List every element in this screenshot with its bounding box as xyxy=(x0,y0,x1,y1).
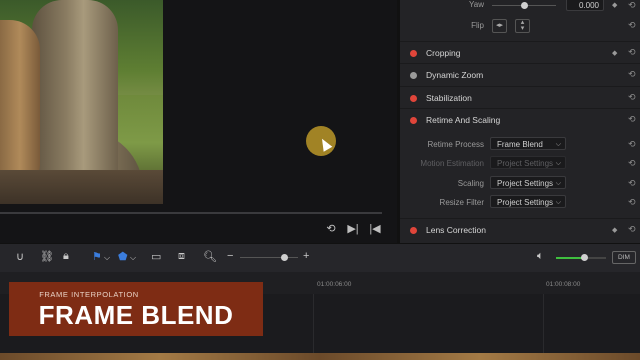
zoom-slider[interactable] xyxy=(240,257,298,258)
reset-icon[interactable]: ⟲ xyxy=(628,69,636,80)
resize-filter-dropdown[interactable]: Project Settings ⌵ xyxy=(490,195,566,208)
reset-icon[interactable]: ⟲ xyxy=(628,197,636,208)
grid-line xyxy=(313,294,314,354)
enable-dot[interactable] xyxy=(410,50,417,57)
flip-horizontal-icon[interactable]: ◂▸ xyxy=(492,19,507,33)
section-retime-and-scaling[interactable]: Retime And Scaling ⟲ xyxy=(400,108,640,131)
yaw-label: Yaw xyxy=(469,0,484,9)
scaling-dropdown[interactable]: Project Settings ⌵ xyxy=(490,176,566,189)
dim-button[interactable]: DIM xyxy=(612,251,636,264)
scaling-label: Scaling xyxy=(457,179,484,188)
animal-silhouette xyxy=(0,20,40,185)
snapping-magnet-icon[interactable]: ∪ xyxy=(16,250,24,263)
chevron-down-icon[interactable]: ⌵ xyxy=(130,253,136,263)
enable-dot[interactable] xyxy=(410,72,417,79)
reset-icon[interactable]: ⟲ xyxy=(628,114,636,125)
flag-icon[interactable]: ⚑ xyxy=(92,250,102,263)
section-dynamic-zoom[interactable]: Dynamic Zoom ⟲ xyxy=(400,63,640,86)
reset-icon[interactable]: ⟲ xyxy=(628,47,636,58)
zoom-custom-icon[interactable]: 🔍︎ xyxy=(203,250,217,263)
go-to-start-icon[interactable]: |◀ xyxy=(368,222,382,236)
video-clip[interactable] xyxy=(0,353,640,360)
section-label: Retime And Scaling xyxy=(426,115,501,125)
ground-area xyxy=(0,170,163,204)
volume-icon[interactable]: 🔈︎ xyxy=(537,250,544,263)
chevron-down-icon: ⌵ xyxy=(555,180,561,187)
zoom-in-icon[interactable]: + xyxy=(303,250,309,262)
section-label: Stabilization xyxy=(426,93,472,103)
reset-icon[interactable]: ⟲ xyxy=(628,0,636,11)
enable-dot[interactable] xyxy=(410,117,417,124)
tree-trunk xyxy=(32,0,118,195)
reset-icon[interactable]: ⟲ xyxy=(628,178,636,189)
volume-fill xyxy=(556,257,584,259)
grid-line xyxy=(543,294,544,354)
section-label: Lens Correction xyxy=(426,225,487,235)
marker-icon[interactable]: ⬟ xyxy=(118,250,128,263)
reset-icon[interactable]: ⟲ xyxy=(628,224,636,235)
keyframe-diamond-icon[interactable]: ◆ xyxy=(612,1,617,9)
volume-slider-knob[interactable] xyxy=(580,254,588,261)
section-cropping[interactable]: Cropping ◆ ⟲ xyxy=(400,41,640,64)
zoom-detail-icon[interactable]: ⧈ xyxy=(178,250,185,263)
motion-estimation-label: Motion Estimation xyxy=(420,159,484,168)
flip-label: Flip xyxy=(471,21,484,30)
flip-vertical-icon[interactable]: ▴ ▾ xyxy=(515,19,530,33)
retime-process-label: Retime Process xyxy=(427,140,484,149)
zoom-slider-knob[interactable] xyxy=(281,254,288,261)
yaw-slider-knob[interactable] xyxy=(521,2,528,9)
title-card-title: FRAME BLEND xyxy=(38,300,234,330)
section-lens-correction[interactable]: Lens Correction ◆ ⟲ xyxy=(400,218,640,243)
retime-process-dropdown[interactable]: Frame Blend ⌵ xyxy=(490,137,566,150)
zoom-out-icon[interactable]: − xyxy=(227,250,233,262)
video-frame xyxy=(0,0,163,204)
reset-icon[interactable]: ⟲ xyxy=(628,158,636,169)
section-stabilization[interactable]: Stabilization ⟲ xyxy=(400,86,640,109)
reset-icon[interactable]: ⟲ xyxy=(628,92,636,103)
yaw-value-field[interactable]: 0.000 xyxy=(566,0,604,11)
next-frame-icon[interactable]: ▶| xyxy=(346,222,360,236)
timecode-label: 01:00:08:00 xyxy=(546,281,581,288)
title-card-subtitle: FRAME INTERPOLATION xyxy=(39,290,139,299)
chevron-down-icon: ⌵ xyxy=(555,160,561,167)
keyframe-diamond-icon[interactable]: ◆ xyxy=(612,49,617,57)
keyframe-diamond-icon[interactable]: ◆ xyxy=(612,226,617,234)
dropdown-value: Project Settings xyxy=(497,159,554,168)
chevron-down-icon[interactable]: ⌵ xyxy=(104,253,110,263)
zoom-full-icon[interactable]: ▭ xyxy=(151,250,161,263)
dropdown-value: Frame Blend xyxy=(497,140,543,149)
reset-icon[interactable]: ⟲ xyxy=(628,139,636,150)
resize-filter-label: Resize Filter xyxy=(439,198,484,207)
enable-dot[interactable] xyxy=(410,227,417,234)
dropdown-value: Project Settings xyxy=(497,179,554,188)
section-label: Cropping xyxy=(426,48,461,58)
reset-icon[interactable]: ⟲ xyxy=(628,20,636,31)
loop-icon[interactable]: ⟲ xyxy=(324,222,338,236)
viewer-scrub-bar[interactable] xyxy=(0,212,382,214)
chevron-down-icon: ⌵ xyxy=(555,199,561,206)
motion-estimation-dropdown: Project Settings ⌵ xyxy=(490,156,566,169)
section-label: Dynamic Zoom xyxy=(426,70,484,80)
lock-icon[interactable]: 🔒︎ xyxy=(63,250,69,263)
timecode-label: 01:00:06:00 xyxy=(317,281,352,288)
chevron-down-icon: ⌵ xyxy=(555,141,561,148)
dropdown-value: Project Settings xyxy=(497,198,554,207)
link-icon[interactable]: ⛓ xyxy=(40,250,54,263)
enable-dot[interactable] xyxy=(410,95,417,102)
